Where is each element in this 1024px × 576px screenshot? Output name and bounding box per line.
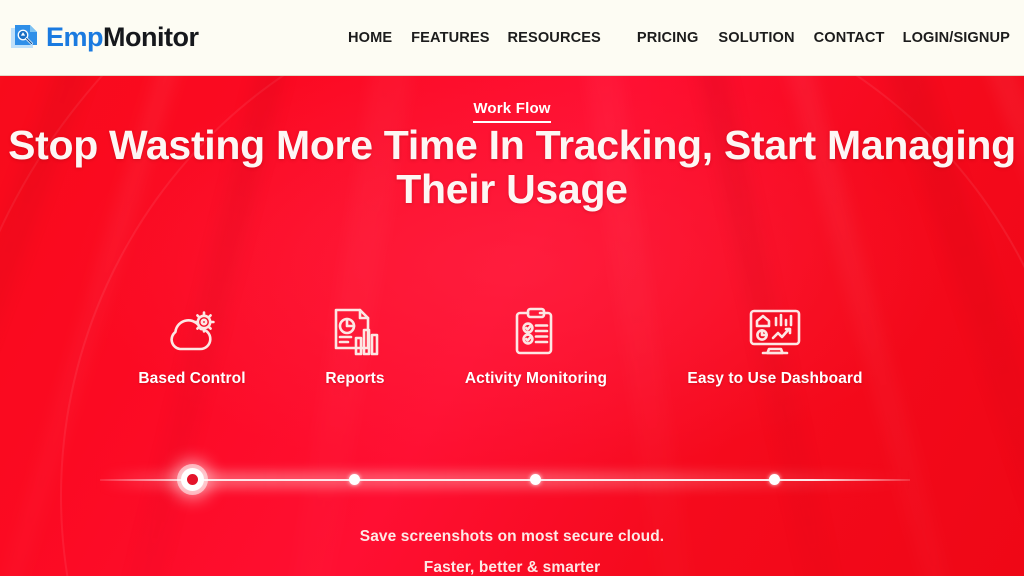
nav-item-contact[interactable]: CONTACT xyxy=(814,26,885,50)
timeline-dot-2[interactable] xyxy=(349,474,360,485)
tagline-line-2: Faster, better & smarter xyxy=(423,559,601,576)
site-header: EmpMonitor HOME FEATURES RESOURCES PRICI… xyxy=(0,0,1024,76)
brand-name-emp: Emp xyxy=(46,22,104,52)
timeline-dot-3[interactable] xyxy=(530,474,541,485)
feature-label-dashboard: Easy to Use Dashboard xyxy=(687,370,863,387)
brand-name: EmpMonitor xyxy=(46,22,199,53)
cloud-gear-icon xyxy=(92,304,292,360)
timeline-dot-4[interactable] xyxy=(769,474,780,485)
brand-name-monitor: Monitor xyxy=(103,22,199,52)
nav-item-login-signup[interactable]: LOGIN/SIGNUP xyxy=(903,26,1010,50)
monitor-dashboard-icon xyxy=(655,304,895,360)
eyebrow-wrap: Work Flow xyxy=(0,100,1024,123)
report-chart-document-icon xyxy=(275,304,435,360)
timeline-dot-1[interactable] xyxy=(181,468,204,491)
feature-label-reports: Reports xyxy=(325,370,385,387)
feature-label-based-control: Based Control xyxy=(138,370,246,387)
workflow-timeline xyxy=(0,458,1024,502)
page-title: Stop Wasting More Time In Tracking, Star… xyxy=(8,122,1016,212)
feature-item-reports[interactable]: Reports xyxy=(275,304,435,388)
feature-label-activity-monitoring: Activity Monitoring xyxy=(464,370,608,387)
nav-item-features[interactable]: FEATURES xyxy=(411,26,489,50)
nav-item-solution[interactable]: SOLUTION xyxy=(718,26,794,50)
tagline-line-1: Save screenshots on most secure cloud. xyxy=(359,528,665,545)
brand-logo[interactable]: EmpMonitor xyxy=(8,22,199,54)
main-navigation: HOME FEATURES RESOURCES PRICING SOLUTION… xyxy=(348,26,1018,50)
feature-item-dashboard[interactable]: Easy to Use Dashboard xyxy=(655,304,895,388)
hero-section: Work Flow Stop Wasting More Time In Trac… xyxy=(0,76,1024,576)
feature-item-based-control[interactable]: Based Control xyxy=(92,304,292,388)
nav-item-home[interactable]: HOME xyxy=(348,26,392,50)
page-root: EmpMonitor HOME FEATURES RESOURCES PRICI… xyxy=(0,0,1024,576)
nav-item-pricing[interactable]: PRICING xyxy=(637,26,699,50)
feature-list: Based Control Reports Activity Monitorin… xyxy=(0,304,1024,414)
clipboard-check-icon xyxy=(425,304,647,360)
workflow-link[interactable]: Work Flow xyxy=(473,100,551,123)
magnifier-document-icon xyxy=(8,22,40,54)
feature-item-activity-monitoring[interactable]: Activity Monitoring xyxy=(425,304,647,388)
timeline-track xyxy=(100,479,910,481)
nav-item-resources[interactable]: RESOURCES xyxy=(508,26,601,50)
